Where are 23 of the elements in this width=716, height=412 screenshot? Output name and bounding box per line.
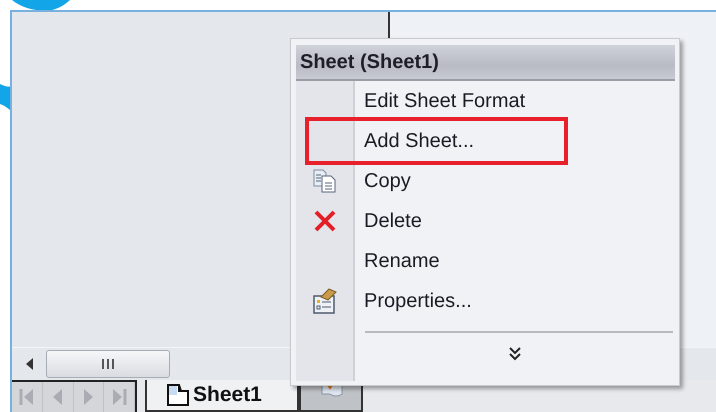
scroll-left-icon[interactable] [26, 358, 34, 370]
sheet-nav-button[interactable] [12, 382, 43, 412]
menu-item[interactable]: Properties... [296, 281, 675, 321]
sheet-tab[interactable]: Sheet1 [145, 380, 299, 412]
last-icon [111, 388, 128, 406]
menu-item[interactable]: Add Sheet... [296, 121, 675, 161]
sheet-icon [167, 384, 189, 406]
expand-more-icon[interactable] [509, 347, 521, 361]
sheet-nav-button[interactable] [74, 382, 104, 412]
scrollbar-thumb[interactable] [46, 350, 170, 378]
menu-title: Sheet (Sheet1) [296, 45, 675, 81]
delete-icon [314, 210, 336, 232]
sheet-nav-button[interactable] [42, 382, 74, 412]
icon-column [296, 321, 355, 381]
properties-icon [312, 288, 336, 314]
menu-item[interactable]: Copy [296, 161, 675, 201]
grip-icon [101, 359, 115, 369]
menu-item[interactable]: Edit Sheet Format [296, 81, 675, 121]
sheet-nav-button[interactable] [104, 382, 135, 412]
copy-icon [312, 169, 336, 193]
menu-item[interactable]: Rename [296, 241, 675, 281]
first-icon [18, 388, 35, 406]
menu-item[interactable]: Delete [296, 201, 675, 241]
